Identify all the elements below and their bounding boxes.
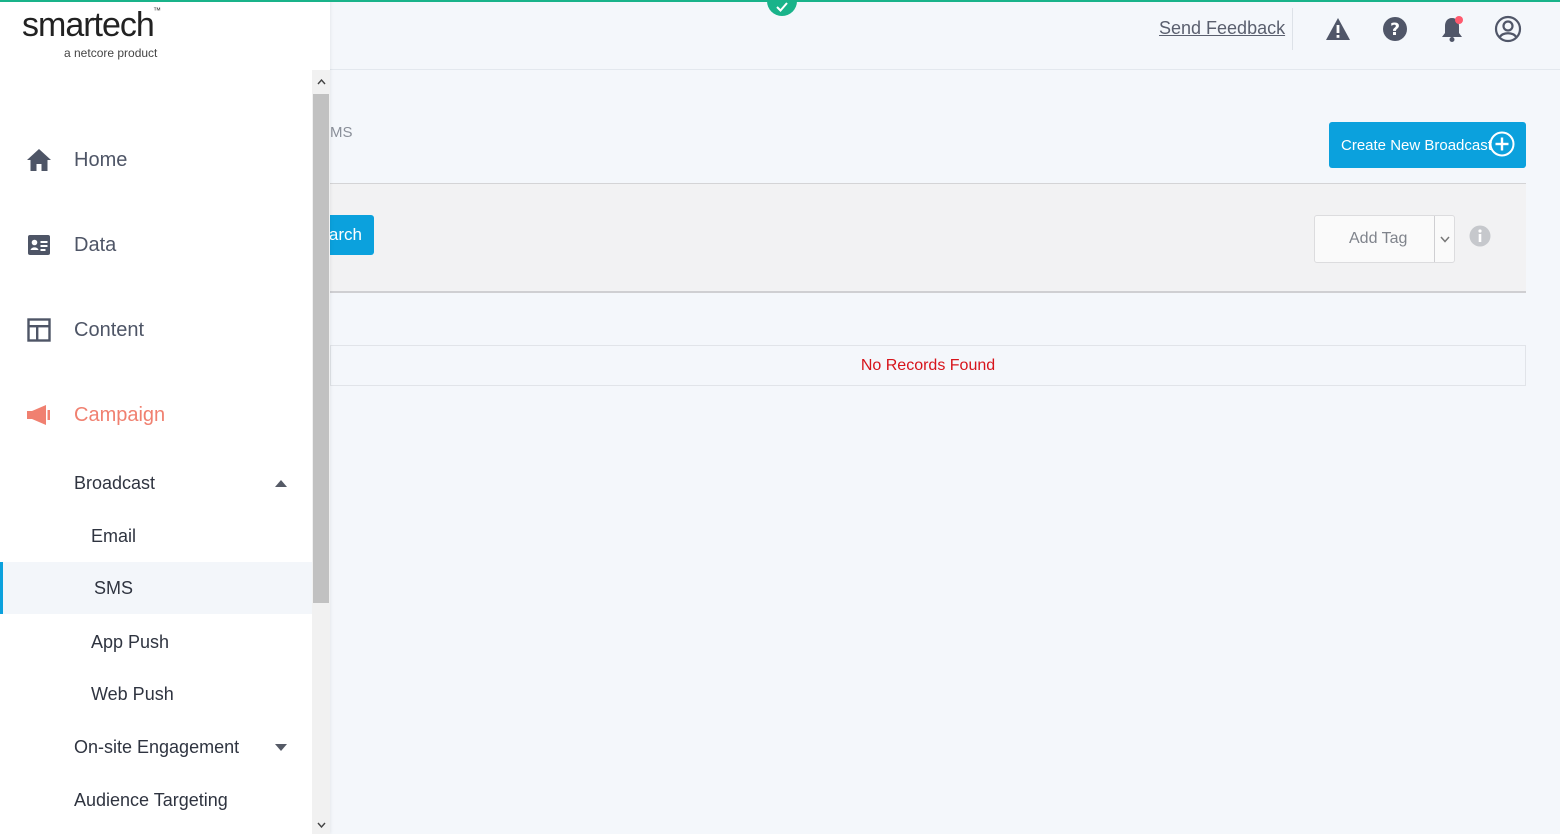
sidebar-item-label: Home: [74, 148, 128, 171]
brand-tagline: a netcore product: [64, 46, 158, 60]
sidebar-item-sms[interactable]: SMS: [0, 562, 312, 614]
add-tag-select[interactable]: Add Tag: [1314, 215, 1455, 263]
sidebar-subitem-label: Email: [91, 525, 137, 546]
filter-bar: Search Add Tag: [330, 183, 1526, 293]
add-tag-label: Add Tag: [1349, 230, 1408, 247]
sidebar-item-email[interactable]: Email: [0, 510, 312, 562]
sidebar-subitem-label: Broadcast: [74, 472, 156, 493]
chevron-down-icon: [1434, 216, 1454, 262]
plus-circle-icon: [1489, 131, 1515, 157]
scroll-up-arrow-icon[interactable]: [312, 73, 330, 91]
sidebar-scrollbar[interactable]: [312, 70, 330, 834]
sidebar-item-label: Content: [74, 318, 145, 341]
sidebar-item-data[interactable]: Data: [0, 220, 312, 270]
sidebar-item-home[interactable]: Home: [0, 135, 312, 185]
records-table: No Records Found: [330, 345, 1526, 386]
sidebar-item-audience-targeting[interactable]: Audience Targeting: [0, 774, 312, 826]
sidebar-subitem-label: On-site Engagement: [74, 736, 240, 757]
check-icon: [776, 2, 788, 12]
header-divider: [1292, 8, 1293, 50]
caret-down-icon: [275, 743, 287, 751]
home-icon: [26, 147, 52, 173]
send-feedback-link[interactable]: Send Feedback: [1159, 18, 1285, 39]
sidebar-subitem-label: App Push: [91, 631, 170, 652]
sidebar-subitem-label: Web Push: [91, 683, 174, 704]
sidebar-item-content[interactable]: Content: [0, 305, 312, 355]
sidebar-item-onsite-engagement[interactable]: On-site Engagement: [0, 721, 312, 773]
info-icon[interactable]: [1469, 225, 1491, 247]
brand-name: smartech: [22, 6, 155, 44]
svg-text:?: ?: [1390, 20, 1400, 40]
top-header: Send Feedback ?: [330, 2, 1560, 70]
search-button[interactable]: Search: [330, 215, 374, 255]
sidebar-subitem-label: Audience Targeting: [74, 789, 228, 810]
sidebar: smartech ™ a netcore product Home Data C…: [0, 0, 330, 834]
user-profile-icon[interactable]: [1493, 14, 1523, 44]
megaphone-icon: [26, 402, 52, 428]
sidebar-item-web-push[interactable]: Web Push: [0, 668, 312, 720]
warning-icon[interactable]: [1323, 14, 1353, 44]
sidebar-item-campaign[interactable]: Campaign: [0, 390, 312, 440]
no-records-message: No Records Found: [860, 356, 996, 374]
trademark-mark: ™: [153, 6, 161, 15]
breadcrumb: MS: [330, 124, 353, 141]
layout-icon: [26, 317, 52, 343]
create-button-label: Create New Broadcast: [1341, 136, 1492, 154]
contact-card-icon: [26, 232, 52, 258]
scroll-down-arrow-icon[interactable]: [312, 816, 330, 834]
sidebar-item-label: Campaign: [74, 403, 166, 426]
create-new-broadcast-button[interactable]: Create New Broadcast: [1329, 122, 1526, 168]
help-icon[interactable]: ?: [1380, 14, 1410, 44]
caret-up-icon: [275, 479, 287, 487]
search-button-label: Search: [330, 225, 362, 244]
sidebar-item-label: Data: [74, 233, 117, 256]
scrollbar-thumb[interactable]: [313, 94, 329, 603]
sidebar-subitem-label: SMS: [94, 577, 134, 598]
smartech-logo[interactable]: smartech ™ a netcore product: [22, 6, 161, 60]
bell-icon[interactable]: [1437, 14, 1467, 44]
sidebar-item-broadcast[interactable]: Broadcast: [0, 457, 312, 509]
sidebar-item-app-push[interactable]: App Push: [0, 616, 312, 668]
